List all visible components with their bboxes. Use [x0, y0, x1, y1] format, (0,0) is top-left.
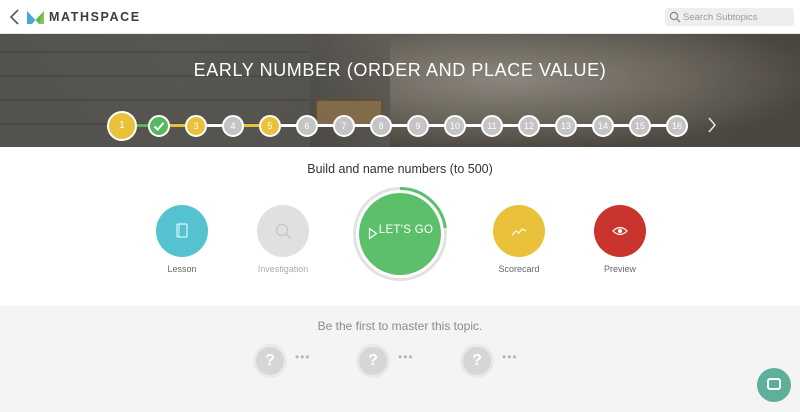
scorecard-circle[interactable]	[493, 205, 545, 257]
leaderboard-section: Be the first to master this topic. ? •••…	[0, 306, 800, 412]
subtopic-step-10[interactable]: 10	[444, 115, 466, 137]
subtopic-step-6[interactable]: 6	[296, 115, 318, 137]
search-box[interactable]	[665, 8, 794, 26]
subtopic-step-7[interactable]: 7	[333, 115, 355, 137]
subtopic-step-16[interactable]: 16	[666, 115, 688, 137]
chevron-right-icon[interactable]	[707, 116, 717, 134]
subtopic-step-4[interactable]: 4	[222, 115, 244, 137]
topic-banner: EARLY NUMBER (ORDER AND PLACE VALUE) 134…	[0, 34, 800, 147]
eye-icon	[612, 226, 628, 236]
leaderboard-message: Be the first to master this topic.	[317, 319, 483, 333]
subtopic-step-2[interactable]	[148, 115, 170, 137]
book-icon	[176, 223, 188, 238]
back-arrow-icon[interactable]	[8, 8, 22, 26]
subtopic-step-13[interactable]: 13	[555, 115, 577, 137]
subtopic-step-3[interactable]: 3	[185, 115, 207, 137]
subtopic-step-9[interactable]: 9	[407, 115, 429, 137]
mathspace-logo-icon[interactable]	[27, 10, 44, 24]
preview-button[interactable]: Preview	[580, 205, 660, 274]
preview-label: Preview	[603, 264, 636, 274]
subtopic-step-1[interactable]: 1	[107, 111, 137, 141]
checkmark-icon	[153, 122, 165, 131]
magnifier-icon	[275, 223, 291, 239]
chat-launcher-button[interactable]	[757, 368, 791, 402]
trend-icon	[511, 228, 527, 236]
top-bar: MATHSPACE	[0, 0, 800, 34]
leader-slot-1: ?	[253, 344, 287, 378]
subtopic-step-5[interactable]: 5	[259, 115, 281, 137]
leader-slot-3: ?	[460, 344, 494, 378]
subtopic-step-12[interactable]: 12	[518, 115, 540, 137]
lets-go-button[interactable]: LET'S GO	[353, 187, 447, 281]
subtopic-title: Build and name numbers (to 500)	[307, 162, 493, 176]
search-icon	[669, 11, 681, 23]
lets-go-label: LET'S GO	[378, 224, 434, 236]
subtopic-step-15[interactable]: 15	[629, 115, 651, 137]
more-dots: •••	[502, 350, 518, 364]
lesson-label: Lesson	[167, 264, 197, 274]
topic-title: EARLY NUMBER (ORDER AND PLACE VALUE)	[193, 60, 607, 80]
investigation-button[interactable]: Investigation	[243, 205, 323, 274]
app-name[interactable]: MATHSPACE	[49, 10, 141, 24]
subtopic-step-11[interactable]: 11	[481, 115, 503, 137]
lesson-button[interactable]: Lesson	[142, 205, 222, 274]
more-dots: •••	[398, 350, 414, 364]
search-input[interactable]	[683, 8, 791, 26]
investigation-label: Investigation	[257, 264, 309, 274]
preview-circle[interactable]	[594, 205, 646, 257]
lesson-circle[interactable]	[156, 205, 208, 257]
subtopic-stepper: 1 3 4 5 6 7 8 9 10 11 12 13 14 15 16	[107, 111, 708, 142]
scorecard-button[interactable]: Scorecard	[479, 205, 559, 274]
subtopic-step-14[interactable]: 14	[592, 115, 614, 137]
subtopic-step-8[interactable]: 8	[370, 115, 392, 137]
leader-slot-2: ?	[356, 344, 390, 378]
scorecard-label: Scorecard	[498, 264, 540, 274]
more-dots: •••	[295, 350, 311, 364]
chat-icon	[767, 378, 781, 390]
investigation-circle[interactable]	[257, 205, 309, 257]
